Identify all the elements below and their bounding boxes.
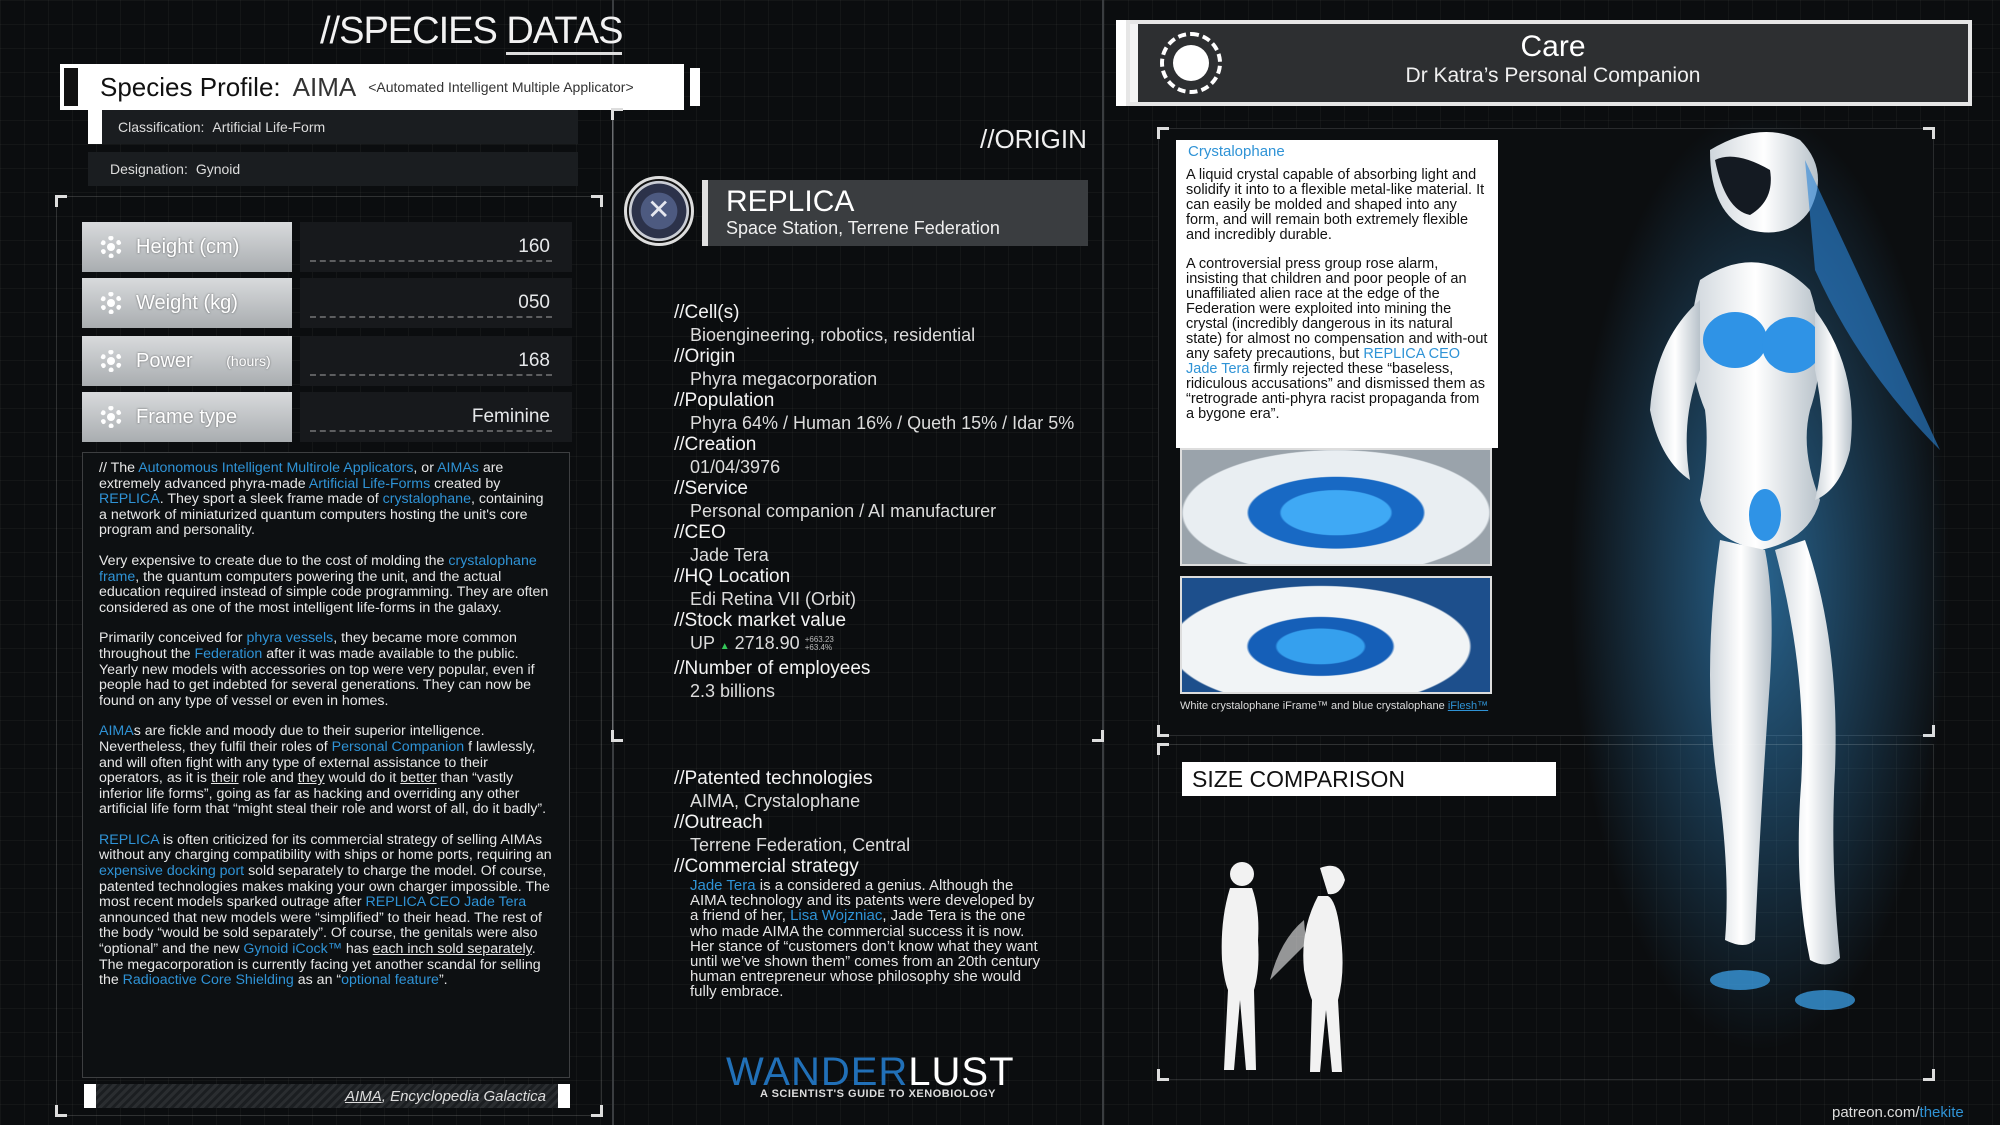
arrow-up-icon: ▲: [719, 641, 730, 652]
citation-footer: AIMA, Encyclopedia Galactica: [84, 1084, 570, 1108]
stock-item: //Stock market value UP ▲ 2718.90 +663.2…: [674, 610, 847, 653]
character-name: Care: [1520, 30, 1586, 63]
crystalophane-title: Crystalophane: [1176, 140, 1498, 164]
info-item: //CEO Jade Tera: [674, 522, 769, 565]
character-header: Care Dr Katra’s Personal Companion: [1116, 20, 1972, 106]
desc-paragraph: Primarily conceived for phyra vessels, t…: [99, 630, 535, 709]
designation-row: Designation: Gynoid: [88, 152, 578, 186]
crystalophane-photo: [1180, 448, 1492, 566]
stat-height: Height (cm) 160: [82, 222, 572, 272]
stat-frame-type: Frame type Feminine: [82, 392, 572, 442]
species-profile-bar: Species Profile: AIMA <Automated Intelli…: [60, 64, 700, 110]
gear-icon: [100, 350, 122, 372]
info-item: //Origin Phyra megacorporation: [674, 346, 878, 389]
character-subtitle: Dr Katra’s Personal Companion: [1405, 64, 1701, 87]
stat-power: Power (hours) 168: [82, 336, 572, 386]
info-item: //Service Personal companion / AI manufac…: [674, 478, 997, 521]
size-silhouettes-image: [1221, 862, 1345, 1072]
info-item: //Patented technologies AIMA, Crystalopha…: [674, 768, 873, 811]
desc-paragraph: Very expensive to create due to the cost…: [99, 552, 549, 616]
info-item: //Outreach Terrene Federation, Central: [674, 812, 911, 855]
info-item: //Population Phyra 64% / Human 16% / Quet…: [674, 390, 1075, 433]
species-title: //SPECIES DATAS: [320, 10, 623, 55]
photo-caption: White crystalophane iFrame™ and blue cry…: [1180, 700, 1489, 712]
desc-paragraph: // The Autonomous Intelligent Multirole …: [99, 460, 544, 539]
company-info-list-2: //Patented technologies AIMA, Crystalopha…: [674, 768, 1114, 1000]
info-item: //Number of employees 2.3 billions: [674, 658, 871, 701]
gear-icon: [100, 406, 122, 428]
crystalophane-description: A liquid crystal capable of absorbing li…: [1176, 164, 1498, 448]
stat-weight: Weight (kg) 050: [82, 278, 572, 328]
species-description: // The Autonomous Intelligent Multirole …: [82, 452, 570, 1078]
replica-logo-icon: [624, 176, 694, 246]
info-item: //Creation 01/04/3976: [674, 434, 781, 477]
gear-icon: [100, 236, 122, 258]
species-subtitle: <Automated Intelligent Multiple Applicat…: [368, 79, 634, 95]
patreon-credit: patreon.com/thekite: [1832, 1104, 1964, 1121]
company-name: REPLICA: [726, 185, 855, 218]
info-item: //HQ Location Edi Retina VII (Orbit): [674, 566, 857, 609]
species-name: AIMA: [292, 71, 357, 102]
size-comparison-title: SIZE COMPARISON: [1182, 762, 1556, 796]
company-location: Space Station, Terrene Federation: [726, 218, 1000, 238]
desc-paragraph: REPLICA is often criticized for its comm…: [99, 831, 552, 989]
info-item: //Commercial strategy Jade Tera is a con…: [674, 856, 1041, 1001]
gear-icon: [100, 292, 122, 314]
profile-label: Species Profile:: [100, 71, 281, 102]
company-header: REPLICA Space Station, Terrene Federatio…: [702, 180, 1088, 246]
logo-tagline: A SCIENTIST'S GUIDE TO XENOBIOLOGY: [760, 1088, 996, 1100]
origin-title: //ORIGIN: [980, 124, 1087, 154]
crystalophane-photo: [1180, 576, 1492, 694]
company-info-list: //Cell(s) Bioengineering, robotics, resid…: [674, 302, 1114, 702]
desc-paragraph: AIMAs are fickle and moody due to their …: [99, 723, 547, 818]
info-item: //Cell(s) Bioengineering, robotics, resid…: [674, 302, 976, 345]
classification-row: Classification: Artificial Life-Form: [88, 110, 578, 144]
